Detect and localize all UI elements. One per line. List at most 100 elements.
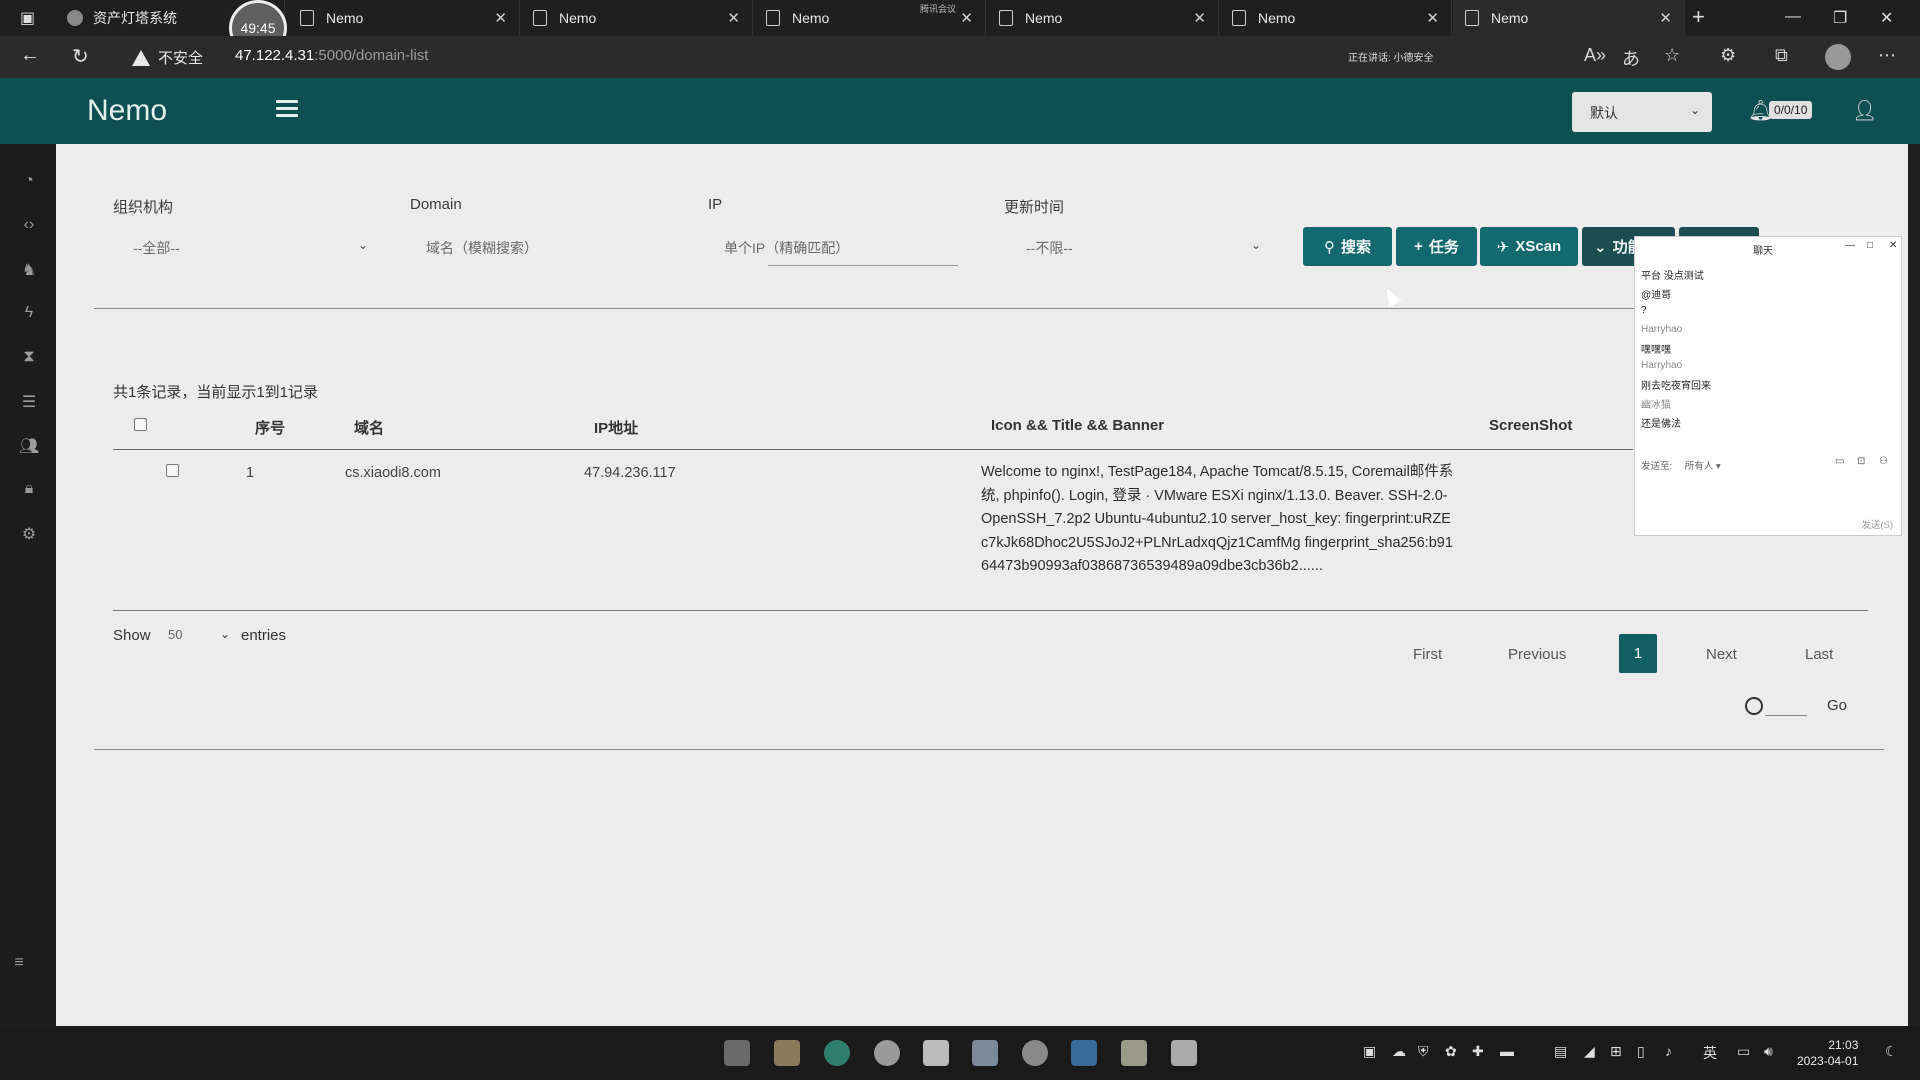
col-header-index[interactable]: 序号	[255, 417, 285, 438]
fox-icon[interactable]: ♞	[18, 260, 40, 280]
notes-icon[interactable]	[1121, 1040, 1147, 1066]
tab-nemo-4[interactable]: Nemo ✕	[987, 0, 1219, 36]
tab-nemo-5[interactable]: Nemo ✕	[1220, 0, 1452, 36]
menu-toggle-icon[interactable]	[276, 100, 298, 118]
person-icon[interactable]: ⚇	[1879, 456, 1888, 467]
page-first-link[interactable]: First	[1413, 646, 1442, 663]
entries-per-page-select[interactable]: 50 ⌄	[168, 627, 230, 642]
more-icon[interactable]: ⋯	[1878, 45, 1896, 66]
app-icon[interactable]	[923, 1040, 949, 1066]
tab-nemo-active[interactable]: Nemo ✕	[1453, 0, 1685, 36]
extensions-icon[interactable]: ⚙	[1720, 45, 1736, 66]
row-ip-link[interactable]: 47.94.236.117	[584, 465, 676, 481]
taskbar-clock[interactable]: 21:03 2023-04-01	[1797, 1037, 1858, 1069]
tray-display-icon[interactable]: ▭	[1737, 1043, 1750, 1060]
task-count-badge[interactable]: 0/0/10	[1769, 101, 1813, 119]
tray-chat-icon[interactable]: ▬	[1500, 1043, 1514, 1059]
photos-icon[interactable]	[972, 1040, 998, 1066]
dashboard-icon[interactable]: ◔	[18, 172, 40, 190]
col-header-banner[interactable]: Icon && Title && Banner	[991, 417, 1164, 434]
hourglass-icon[interactable]: ⧗	[18, 348, 40, 366]
col-header-ip[interactable]: IP地址	[594, 417, 638, 438]
settings-icon[interactable]: ⚙	[18, 524, 40, 544]
close-icon[interactable]: ✕	[1193, 9, 1206, 27]
start-icon[interactable]	[724, 1040, 750, 1066]
tray-signal-icon[interactable]: ◢	[1584, 1043, 1595, 1060]
tray-app-icon[interactable]: ✿	[1445, 1043, 1457, 1060]
collections-icon[interactable]: ⧉	[1775, 45, 1788, 66]
search-button[interactable]: ⚲ 搜索	[1303, 227, 1392, 266]
select-all-checkbox[interactable]	[134, 418, 147, 431]
page-last-link[interactable]: Last	[1805, 646, 1833, 663]
notepad-icon[interactable]	[1171, 1040, 1197, 1066]
read-aloud-icon[interactable]: A»	[1584, 45, 1606, 66]
close-icon[interactable]: ✕	[1426, 9, 1439, 27]
maximize-icon[interactable]: □	[1867, 240, 1873, 251]
tray-shield-icon[interactable]: ⛨	[1418, 1043, 1429, 1060]
brand-logo[interactable]: Nemo	[87, 94, 167, 128]
security-indicator[interactable]: 不安全	[132, 47, 203, 68]
collapse-icon[interactable]: ≡	[8, 954, 30, 972]
profile-avatar[interactable]	[1825, 44, 1851, 70]
minimize-icon[interactable]: —	[1845, 240, 1855, 251]
tray-mic-icon[interactable]: ♪	[1665, 1043, 1672, 1059]
xscan-button[interactable]: ✈︎ XScan	[1480, 227, 1578, 266]
url-field[interactable]: 47.122.4.31:5000/domain-list	[235, 47, 428, 64]
row-checkbox[interactable]	[166, 464, 179, 477]
go-button[interactable]: Go	[1827, 697, 1847, 714]
file-icon[interactable]: ▭	[1835, 456, 1844, 467]
org-filter-select[interactable]: --全部--	[133, 238, 180, 258]
add-task-button[interactable]: + 任务	[1396, 227, 1477, 266]
tab-nemo-2[interactable]: Nemo ✕	[521, 0, 753, 36]
bolt-icon[interactable]: ϟ	[18, 304, 40, 322]
tab-nemo-1[interactable]: Nemo ✕	[288, 0, 520, 36]
chrome-icon[interactable]	[874, 1040, 900, 1066]
tray-windows-icon[interactable]: ⊞	[1610, 1043, 1622, 1060]
tray-volume-icon[interactable]: 🔊︎	[1764, 1043, 1773, 1060]
tab-actions-icon[interactable]: ▣	[20, 8, 35, 28]
lock-icon[interactable]: 🔒︎	[18, 480, 40, 498]
row-domain-link[interactable]: cs.xiaodi8.com	[345, 465, 441, 481]
domain-filter-input[interactable]: 域名（模糊搜索）	[426, 238, 538, 258]
screenshot-icon[interactable]: ⊡	[1857, 456, 1865, 467]
list-icon[interactable]: ☰	[18, 392, 40, 412]
favorite-icon[interactable]: ☆	[1664, 45, 1680, 66]
close-icon[interactable]: ✕	[494, 9, 507, 27]
code-icon[interactable]: ‹›	[18, 216, 40, 234]
edge-browser-icon[interactable]	[824, 1040, 850, 1066]
close-icon[interactable]: ✕	[727, 9, 740, 27]
file-explorer-icon[interactable]	[774, 1040, 800, 1066]
ime-indicator[interactable]: 英	[1703, 1043, 1717, 1063]
user-icon[interactable]: 👤︎	[1852, 98, 1877, 123]
tray-image-icon[interactable]: ▣	[1363, 1043, 1376, 1060]
col-header-screenshot[interactable]: ScreenShot	[1489, 417, 1572, 434]
settings-app-icon[interactable]	[1022, 1040, 1048, 1066]
close-icon[interactable]: ✕	[1659, 9, 1672, 27]
new-tab-icon[interactable]: +	[1692, 4, 1705, 30]
translate-icon[interactable]: あ	[1622, 45, 1640, 71]
col-header-domain[interactable]: 域名	[354, 417, 384, 438]
window-close-icon[interactable]: ✕	[1880, 8, 1893, 28]
tray-phone-icon[interactable]: ▯	[1637, 1043, 1645, 1060]
updated-filter-select[interactable]: --不限--	[1026, 238, 1073, 258]
page-current-button[interactable]: 1	[1619, 634, 1657, 673]
tray-pin-icon[interactable]: ✚	[1472, 1043, 1484, 1060]
close-icon[interactable]: ✕	[1889, 240, 1897, 251]
users-icon[interactable]: 👥︎	[18, 436, 40, 456]
close-icon[interactable]: ✕	[960, 9, 973, 27]
page-previous-link[interactable]: Previous	[1508, 646, 1566, 663]
minimize-icon[interactable]: —	[1785, 8, 1801, 26]
tray-message-icon[interactable]: ▤	[1554, 1043, 1567, 1060]
chat-send-to[interactable]: 发送至: 所有人 ▾	[1641, 458, 1721, 472]
reload-icon[interactable]: ↻	[72, 44, 89, 69]
vscode-icon[interactable]	[1071, 1040, 1097, 1066]
chat-send-button[interactable]: 发送(S)	[1861, 517, 1893, 531]
tray-network-icon[interactable]: ☁	[1392, 1043, 1406, 1060]
ip-filter-input[interactable]: 单个IP（精确匹配）	[724, 238, 849, 258]
notification-icon[interactable]: ☾	[1885, 1043, 1898, 1060]
org-select[interactable]: 默认 ⌄	[1572, 92, 1712, 132]
page-next-link[interactable]: Next	[1706, 646, 1737, 663]
maximize-icon[interactable]: ❐	[1833, 8, 1847, 28]
back-icon[interactable]: ←	[20, 44, 40, 67]
goto-page-input[interactable]	[1765, 694, 1807, 716]
